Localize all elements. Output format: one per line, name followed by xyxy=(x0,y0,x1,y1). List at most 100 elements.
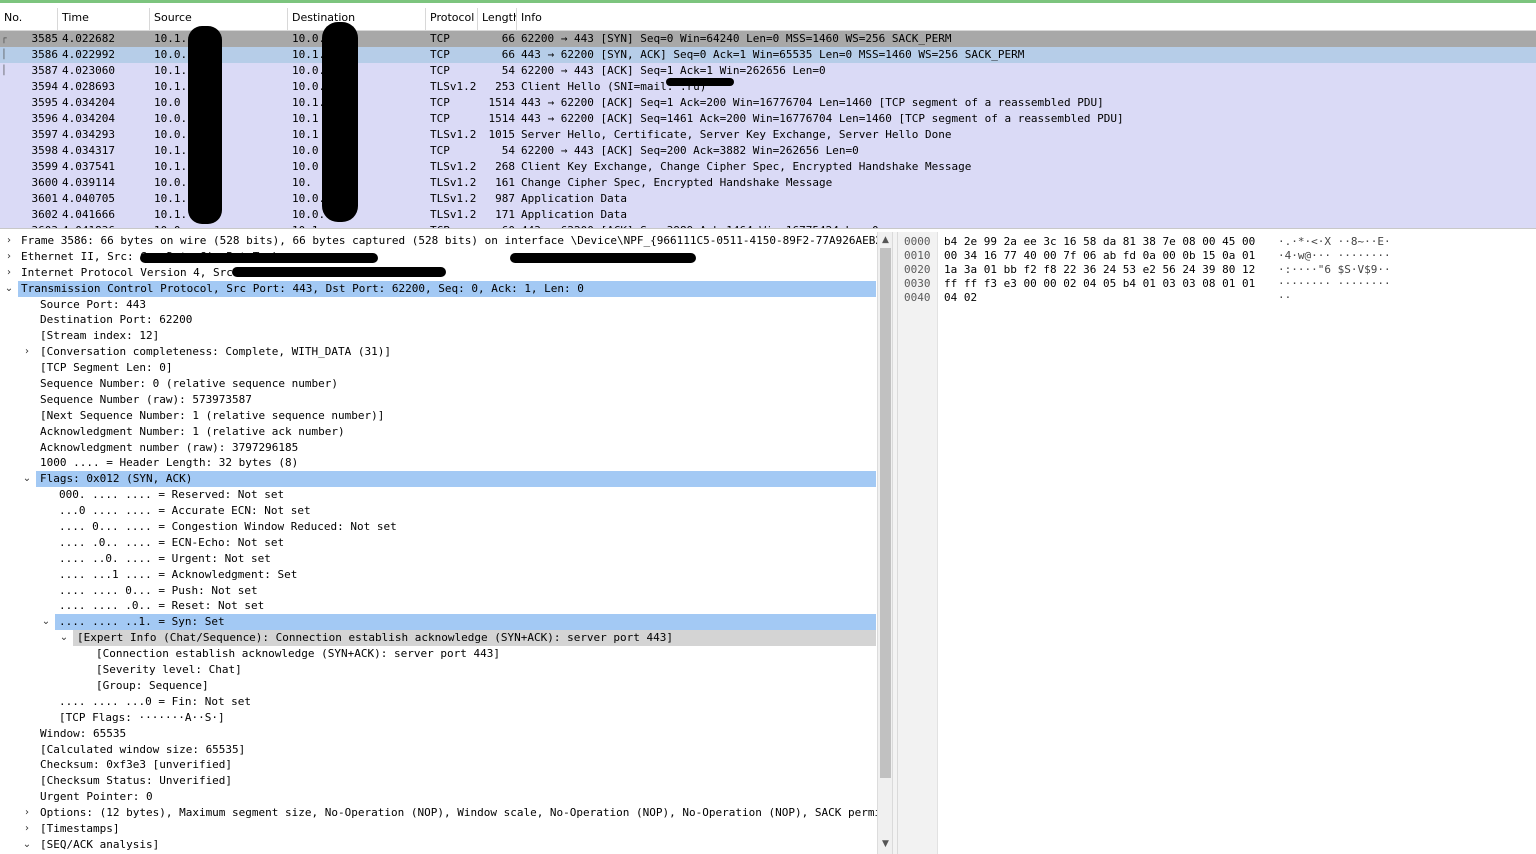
detail-row[interactable]: Acknowledgment number (raw): 3797296185 xyxy=(0,440,876,456)
packet-row[interactable]: 3595 4.034204 10.0 10.1. TCP 1514 443 → 62200 … xyxy=(0,95,1536,111)
collapse-arrow-icon[interactable]: ⌄ xyxy=(20,471,34,487)
detail-row[interactable]: › Options: (12 bytes), Maximum segment si… xyxy=(0,805,888,821)
detail-text: Checksum: 0xf3e3 [unverified] xyxy=(40,758,233,772)
byte-hex[interactable]: 04 02 xyxy=(944,291,977,305)
detail-row[interactable]: [Severity level: Chat] xyxy=(0,662,876,678)
expand-arrow-icon[interactable]: › xyxy=(20,805,34,821)
detail-row[interactable]: Urgent Pointer: 0 xyxy=(0,789,876,805)
scroll-up-icon[interactable]: ▲ xyxy=(878,233,892,247)
detail-row[interactable]: .... ..0. .... = Urgent: Not set xyxy=(0,551,876,567)
detail-row[interactable]: Acknowledgment Number: 1 (relative ack n… xyxy=(0,424,876,440)
scrollbar-thumb[interactable] xyxy=(880,248,891,778)
expand-arrow-icon[interactable]: › xyxy=(20,821,34,837)
detail-row[interactable]: .... .0.. .... = ECN-Echo: Not set xyxy=(0,535,876,551)
column-header-source[interactable]: Source xyxy=(150,8,288,31)
detail-row[interactable]: Source Port: 443 xyxy=(0,297,876,313)
byte-hex[interactable]: b4 2e 99 2a ee 3c 16 58 da 81 38 7e 08 0… xyxy=(944,235,1255,249)
packet-row[interactable]: 3596 4.034204 10.0. 10.1 TCP 1514 443 → 62200 … xyxy=(0,111,1536,127)
column-header-length[interactable]: Length xyxy=(478,8,517,31)
bytes-row[interactable]: 0020 1a 3a 01 bb f2 f8 22 36 24 53 e2 56 … xyxy=(898,263,1518,277)
detail-row[interactable]: [TCP Segment Len: 0] xyxy=(0,360,876,376)
detail-row[interactable]: [Stream index: 12] xyxy=(0,328,876,344)
column-header-time[interactable]: Time xyxy=(58,8,150,31)
packet-row[interactable]: │ 3587 4.023060 10.1. 10.0. TCP 54 62200 → 443 … xyxy=(0,63,1536,79)
detail-row[interactable]: Sequence Number: 0 (relative sequence nu… xyxy=(0,376,876,392)
detail-row[interactable]: .... .... .0.. = Reset: Not set xyxy=(0,598,876,614)
cell-destination: 10.1. xyxy=(292,96,326,109)
packet-row[interactable]: 3597 4.034293 10.0. 10.1 TLSv1.2 1015 Server H… xyxy=(0,127,1536,143)
column-header-destination[interactable]: Destination xyxy=(288,8,426,31)
detail-row[interactable]: ...0 .... .... = Accurate ECN: Not set xyxy=(0,503,876,519)
detail-row[interactable]: [TCP Flags: ·······A··S·] xyxy=(0,710,876,726)
column-header-info[interactable]: Info xyxy=(517,8,1536,31)
cell-destination: 10. xyxy=(292,176,312,189)
detail-row[interactable]: [Checksum Status: Unverified] xyxy=(0,773,876,789)
bytes-row[interactable]: 0010 00 34 16 77 40 00 7f 06 ab fd 0a 00 … xyxy=(898,249,1518,263)
byte-hex[interactable]: 00 34 16 77 40 00 7f 06 ab fd 0a 00 0b 1… xyxy=(944,249,1255,263)
detail-row[interactable]: [Group: Sequence] xyxy=(0,678,876,694)
detail-row[interactable]: .... ...1 .... = Acknowledgment: Set xyxy=(0,567,876,583)
byte-ascii[interactable]: ·.·*·<·X ··8~··E· xyxy=(1278,235,1391,249)
packet-row[interactable]: ┌ 3585 4.022682 10.1. 10.0. TCP 66 62200 → 443 … xyxy=(0,31,1536,47)
detail-row[interactable]: ›Ethernet II, Src: G , Dst: GigaByteTech… xyxy=(0,249,876,265)
detail-row[interactable]: [Next Sequence Number: 1 (relative seque… xyxy=(0,408,876,424)
bytes-row[interactable]: 0000 b4 2e 99 2a ee 3c 16 58 da 81 38 7e … xyxy=(898,235,1518,249)
detail-row[interactable]: Checksum: 0xf3e3 [unverified] xyxy=(0,757,876,773)
detail-row[interactable]: Sequence Number (raw): 573973587 xyxy=(0,392,876,408)
detail-row[interactable]: › Frame 3586: 66 bytes on wire (528 bits)… xyxy=(0,233,889,249)
packet-row[interactable]: 3601 4.040705 10.1. 10.0. TLSv1.2 987 Applicat… xyxy=(0,191,1536,207)
bytes-row[interactable]: 0030 ff ff f3 e3 00 00 02 04 05 b4 01 03 … xyxy=(898,277,1518,291)
detail-row[interactable]: [Connection establish acknowledge (SYN+A… xyxy=(0,646,876,662)
bytes-row[interactable]: 0040 04 02 ·· xyxy=(898,291,1518,305)
packet-row[interactable]: 3602 4.041666 10.1. 10.0. TLSv1.2 171 Applicat… xyxy=(0,207,1536,223)
packet-row[interactable]: 36034.041836 10.0. 10.1. TCP60 443 → 62200 [… xyxy=(0,223,1536,228)
packet-bytes-pane[interactable]: 0000 b4 2e 99 2a ee 3c 16 58 da 81 38 7e … xyxy=(898,232,1536,854)
collapse-arrow-icon[interactable]: ⌄ xyxy=(2,281,16,297)
packet-row[interactable]: 3599 4.037541 10.1. 10.0 TLSv1.2 268 Client Ke… xyxy=(0,159,1536,175)
collapse-arrow-icon[interactable]: ⌄ xyxy=(20,837,34,853)
detail-row[interactable]: 1000 .... = Header Length: 32 bytes (8) xyxy=(0,455,876,471)
collapse-arrow-icon[interactable]: ⌄ xyxy=(57,630,71,646)
detail-row[interactable]: Destination Port: 62200 xyxy=(0,312,876,328)
expand-arrow-icon[interactable]: › xyxy=(2,265,16,281)
detail-text: ...0 .... .... = Accurate ECN: Not set xyxy=(59,504,311,518)
packet-details-pane[interactable]: › Frame 3586: 66 bytes on wire (528 bits)… xyxy=(0,232,892,854)
detail-row[interactable]: Window: 65535 xyxy=(0,726,876,742)
packet-row[interactable]: │ 3586 4.022992 10.0. 10.1. TCP 66 443 → 62200 … xyxy=(0,47,1536,63)
detail-row[interactable]: › [Timestamps] xyxy=(0,821,876,837)
packet-row[interactable]: 3600 4.039114 10.0. 10. TLSv1.2 161 Change Cip… xyxy=(0,175,1536,191)
detail-row[interactable]: ⌄ .... .... ..1. = Syn: Set xyxy=(42,614,876,631)
expand-arrow-icon[interactable]: › xyxy=(20,344,34,360)
byte-ascii[interactable]: ········ ········ xyxy=(1278,277,1391,291)
byte-ascii[interactable]: ·4·w@··· ········ xyxy=(1278,249,1391,263)
expand-arrow-icon[interactable]: › xyxy=(2,233,16,249)
byte-ascii[interactable]: ·:····"6 $S·V$9·· xyxy=(1278,263,1391,277)
detail-row[interactable]: ⌄ Flags: 0x012 (SYN, ACK) xyxy=(23,471,876,488)
packet-list[interactable]: No. Time Source Destination Protocol Len… xyxy=(0,5,1536,229)
byte-offset: 0000 xyxy=(904,235,931,248)
column-header-no[interactable]: No. xyxy=(0,8,58,31)
byte-hex[interactable]: ff ff f3 e3 00 00 02 04 05 b4 01 03 03 0… xyxy=(944,277,1255,291)
detail-row[interactable]: ⌄ [SEQ/ACK analysis] xyxy=(0,837,876,853)
detail-row[interactable]: [Calculated window size: 65535] xyxy=(0,742,876,758)
redaction-mark xyxy=(510,253,696,263)
detail-row[interactable]: ⌄ Transmission Control Protocol, Src Port… xyxy=(5,280,876,297)
detail-row[interactable]: .... 0... .... = Congestion Window Reduc… xyxy=(0,519,876,535)
detail-row[interactable]: › [Conversation completeness: Complete, W… xyxy=(0,344,876,360)
collapse-arrow-icon[interactable]: ⌄ xyxy=(39,614,53,630)
expand-arrow-icon[interactable]: › xyxy=(2,249,16,265)
detail-row[interactable]: .... .... ...0 = Fin: Not set xyxy=(0,694,876,710)
details-scrollbar[interactable]: ▲ ▼ xyxy=(877,232,892,854)
byte-hex[interactable]: 1a 3a 01 bb f2 f8 22 36 24 53 e2 56 24 3… xyxy=(944,263,1255,277)
detail-text: Internet Protocol Version 4, Src: xyxy=(21,265,240,279)
detail-row[interactable]: 000. .... .... = Reserved: Not set xyxy=(0,487,876,503)
cell-protocol: TLSv1.2 xyxy=(430,192,477,205)
detail-row[interactable]: .... .... 0... = Push: Not set xyxy=(0,583,876,599)
column-header-protocol[interactable]: Protocol xyxy=(426,8,478,31)
byte-ascii[interactable]: ·· xyxy=(1278,291,1291,305)
scroll-down-icon[interactable]: ▼ xyxy=(878,837,892,851)
detail-row[interactable]: ⌄ [Expert Info (Chat/Sequence): Connectio… xyxy=(60,630,876,647)
cell-protocol: TLSv1.2 xyxy=(430,176,477,189)
packet-row[interactable]: 3598 4.034317 10.1. 10.0 TCP 54 62200 → 443 [A… xyxy=(0,143,1536,159)
packet-row[interactable]: 3594 4.028693 10.1. 10.0. TLSv1.2 253 Client H… xyxy=(0,79,1536,95)
